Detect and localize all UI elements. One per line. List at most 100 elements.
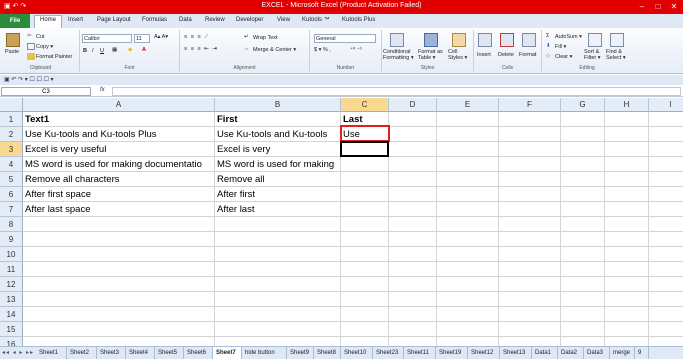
cell-a11[interactable] — [23, 262, 215, 277]
column-header-a[interactable]: A — [23, 98, 215, 112]
cell-i1[interactable] — [649, 112, 683, 127]
cell-a9[interactable] — [23, 232, 215, 247]
cell-i6[interactable] — [649, 187, 683, 202]
font-name-select[interactable]: Calibri — [82, 34, 132, 43]
sheet-tab[interactable]: Sheet9 — [287, 347, 314, 359]
cell-f9[interactable] — [499, 232, 561, 247]
cell-h8[interactable] — [605, 217, 649, 232]
cell-d14[interactable] — [389, 307, 437, 322]
sheet-tab[interactable]: Sheet3 — [97, 347, 126, 359]
cell-b15[interactable] — [215, 322, 341, 337]
cell-b12[interactable] — [215, 277, 341, 292]
cell-h13[interactable] — [605, 292, 649, 307]
cell-a6[interactable]: After first space — [23, 187, 215, 202]
vertical-align-icons[interactable]: ≡ ≡ ≡ ⟋ — [184, 34, 209, 41]
cell-a14[interactable] — [23, 307, 215, 322]
cell-i15[interactable] — [649, 322, 683, 337]
cell-g1[interactable] — [561, 112, 605, 127]
bold-button[interactable]: B — [83, 48, 87, 54]
decimal-buttons[interactable]: ⁺⁰ ⁻⁰ — [350, 47, 362, 53]
cell-i3[interactable] — [649, 142, 683, 157]
cell-a12[interactable] — [23, 277, 215, 292]
cell-d15[interactable] — [389, 322, 437, 337]
cell-g8[interactable] — [561, 217, 605, 232]
cell-g7[interactable] — [561, 202, 605, 217]
cell-e1[interactable] — [437, 112, 499, 127]
cell-g15[interactable] — [561, 322, 605, 337]
sheet-tab[interactable]: Sheet6 — [184, 347, 213, 359]
row-header-16[interactable]: 16 — [0, 337, 23, 346]
fill-color-icon[interactable]: ◆ — [128, 47, 132, 53]
sheet-tab[interactable]: Sheet23 — [373, 347, 404, 359]
tab-formulas[interactable]: Formulas — [142, 17, 167, 23]
cell-c7[interactable] — [341, 202, 389, 217]
cell-d2[interactable] — [389, 127, 437, 142]
cell-h4[interactable] — [605, 157, 649, 172]
sheet-tab[interactable]: hide button — [242, 347, 287, 359]
cell-b9[interactable] — [215, 232, 341, 247]
row-header-13[interactable]: 13 — [0, 292, 23, 307]
cell-a5[interactable]: Remove all characters — [23, 172, 215, 187]
cell-styles-button[interactable]: Cell Styles ▾ — [448, 49, 472, 61]
find-select-button[interactable]: Find & Select ▾ — [606, 49, 630, 61]
cell-e8[interactable] — [437, 217, 499, 232]
cell-d16[interactable] — [389, 337, 437, 346]
column-header-g[interactable]: G — [561, 98, 605, 112]
row-header-11[interactable]: 11 — [0, 262, 23, 277]
cell-b11[interactable] — [215, 262, 341, 277]
column-header-d[interactable]: D — [389, 98, 437, 112]
wrap-text-button[interactable]: ↵ Wrap Text — [244, 34, 278, 41]
cell-g6[interactable] — [561, 187, 605, 202]
cell-g11[interactable] — [561, 262, 605, 277]
row-header-1[interactable]: 1 — [0, 112, 23, 127]
sheet-tab[interactable]: Data2 — [558, 347, 584, 359]
sheet-tab[interactable]: Data1 — [532, 347, 558, 359]
cell-c2[interactable]: Use — [341, 127, 389, 142]
horizontal-align-icons[interactable]: ≡ ≡ ≡ ⇤ ⇥ — [184, 46, 218, 52]
cell-f1[interactable] — [499, 112, 561, 127]
format-button[interactable]: Format — [519, 52, 536, 58]
underline-button[interactable]: U — [100, 48, 104, 54]
cell-c5[interactable] — [341, 172, 389, 187]
cell-g5[interactable] — [561, 172, 605, 187]
merge-center-button[interactable]: ⇔ Merge & Center ▾ — [244, 46, 296, 53]
cell-h7[interactable] — [605, 202, 649, 217]
maximize-button[interactable]: □ — [651, 1, 665, 12]
conditional-formatting-button[interactable]: Conditional Formatting ▾ — [383, 49, 417, 61]
cell-e9[interactable] — [437, 232, 499, 247]
row-header-4[interactable]: 4 — [0, 157, 23, 172]
cell-h14[interactable] — [605, 307, 649, 322]
cell-f7[interactable] — [499, 202, 561, 217]
cell-h6[interactable] — [605, 187, 649, 202]
cell-i14[interactable] — [649, 307, 683, 322]
cell-a1[interactable]: Text1 — [23, 112, 215, 127]
column-header-e[interactable]: E — [437, 98, 499, 112]
row-header-14[interactable]: 14 — [0, 307, 23, 322]
row-header-5[interactable]: 5 — [0, 172, 23, 187]
italic-button[interactable]: I — [92, 48, 94, 54]
cell-b2[interactable]: Use Ku-tools and Ku-tools — [215, 127, 341, 142]
cell-f12[interactable] — [499, 277, 561, 292]
cell-f6[interactable] — [499, 187, 561, 202]
row-header-7[interactable]: 7 — [0, 202, 23, 217]
cell-d12[interactable] — [389, 277, 437, 292]
sheet-tab[interactable]: merge — [610, 347, 635, 359]
cell-h16[interactable] — [605, 337, 649, 346]
cell-h2[interactable] — [605, 127, 649, 142]
cell-h5[interactable] — [605, 172, 649, 187]
cell-b7[interactable]: After last — [215, 202, 341, 217]
cell-i2[interactable] — [649, 127, 683, 142]
fx-icon[interactable]: fx — [100, 87, 105, 93]
cell-g2[interactable] — [561, 127, 605, 142]
minimize-button[interactable]: – — [635, 1, 649, 12]
sheet-tab[interactable]: Sheet5 — [155, 347, 184, 359]
cell-d7[interactable] — [389, 202, 437, 217]
copy-button[interactable]: Copy ▾ — [27, 43, 53, 50]
delete-button[interactable]: Delete — [498, 52, 514, 58]
column-header-c[interactable]: C — [341, 98, 389, 112]
tab-page-layout[interactable]: Page Layout — [97, 17, 131, 23]
tab-insert[interactable]: Insert — [68, 17, 83, 23]
row-header-15[interactable]: 15 — [0, 322, 23, 337]
formula-input[interactable] — [112, 87, 681, 96]
tab-home[interactable]: Home — [34, 15, 63, 28]
